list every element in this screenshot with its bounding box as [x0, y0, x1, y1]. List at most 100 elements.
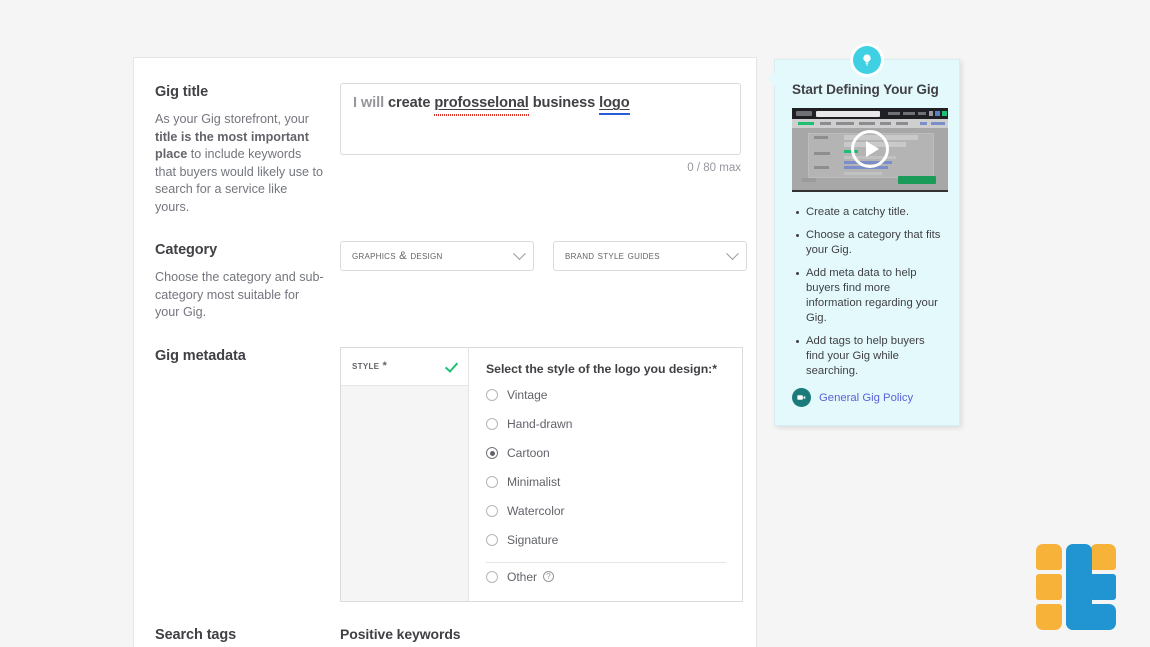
- chevron-down-icon: [513, 246, 526, 260]
- tip-bullet-list: Create a catchy title. Choose a category…: [792, 205, 942, 379]
- option-signature[interactable]: Signature: [486, 526, 726, 555]
- video-subnav-tab: [820, 122, 831, 125]
- play-icon[interactable]: [851, 130, 889, 168]
- video-subnav-tab: [836, 122, 854, 125]
- radio-icon[interactable]: [486, 505, 498, 517]
- tip-bullet: Add tags to help buyers find your Gig wh…: [796, 334, 942, 379]
- option-watercolor[interactable]: Watercolor: [486, 497, 726, 526]
- tip-panel: Start Defining Your Gig Create a catchy …: [768, 59, 960, 426]
- help-icon[interactable]: ?: [543, 571, 554, 582]
- video-subnav-tab: [896, 122, 908, 125]
- subcategory-select-value: BRAND STYLE GUIDES: [565, 250, 660, 262]
- tutorial-video-thumbnail[interactable]: [792, 108, 948, 192]
- subcategory-select[interactable]: BRAND STYLE GUIDES: [553, 241, 747, 271]
- category-field-col: GRAPHICS & DESIGN BRAND STYLE GUIDES: [340, 241, 756, 322]
- metadata-label: Gig metadata: [155, 347, 246, 364]
- video-form-label: [814, 152, 830, 155]
- gig-title-input-text: I will create profosselonal business log…: [353, 95, 728, 111]
- gig-title-word-business: business: [528, 95, 600, 111]
- option-label: Minimalist: [507, 475, 561, 489]
- radio-icon[interactable]: [486, 570, 498, 583]
- gig-title-linked-word: logo: [599, 95, 630, 111]
- metadata-field-col: STYLE * Select the style of the logo you…: [340, 346, 756, 602]
- video-subnav-tab: [859, 122, 875, 125]
- gig-title-input[interactable]: I will create profosselonal business log…: [340, 83, 741, 155]
- option-minimalist[interactable]: Minimalist: [486, 468, 726, 497]
- radio-icon[interactable]: [486, 389, 498, 401]
- category-selects: GRAPHICS & DESIGN BRAND STYLE GUIDES: [340, 241, 756, 271]
- gig-title-label-col: Gig title As your Gig storefront, your t…: [155, 83, 340, 216]
- gig-title-desc-lead: As your Gig storefront, your: [155, 112, 309, 126]
- gig-form-card: Gig title As your Gig storefront, your t…: [133, 57, 757, 647]
- gig-title-field-col: I will create profosselonal business log…: [340, 83, 756, 216]
- metadata-tab-list: STYLE *: [341, 347, 469, 601]
- tip-bullet: Add meta data to help buyers find more i…: [796, 266, 942, 326]
- option-label: Signature: [507, 533, 559, 547]
- metadata-tab-empty-area: [341, 385, 468, 601]
- radio-icon[interactable]: [486, 534, 498, 546]
- search-tags-row: Search tags Tag your Gig with buzz words…: [134, 602, 756, 647]
- search-tags-label: Search tags: [155, 626, 237, 643]
- option-other[interactable]: Other ?: [486, 561, 726, 591]
- gig-title-prefix: I will: [353, 95, 388, 111]
- video-subnav-link: [920, 122, 927, 125]
- page-root: Gig title As your Gig storefront, your t…: [0, 0, 1150, 647]
- video-nav-icon: [929, 111, 933, 116]
- gig-title-row: Gig title As your Gig storefront, your t…: [134, 58, 756, 216]
- gig-title-description: As your Gig storefront, your title is th…: [155, 111, 324, 216]
- video-site-logo: [796, 111, 812, 116]
- video-camera-icon: [792, 388, 811, 407]
- tip-panel-title: Start Defining Your Gig: [792, 82, 939, 97]
- video-form-label: [814, 136, 828, 139]
- logo-square-orange-4: [1090, 544, 1116, 570]
- general-gig-policy-label: General Gig Policy: [819, 391, 914, 404]
- video-search-bar: [816, 110, 880, 117]
- radio-icon-selected[interactable]: [486, 447, 498, 459]
- category-row: Category Choose the category and sub-cat…: [134, 216, 756, 322]
- video-nav-cta: [942, 111, 947, 116]
- gig-title-label: Gig title: [155, 84, 209, 100]
- category-label-col: Category Choose the category and sub-cat…: [155, 241, 340, 322]
- option-label: Cartoon: [507, 446, 550, 460]
- chevron-down-icon: [726, 246, 739, 260]
- video-cta-button: [898, 176, 936, 184]
- metadata-tab-style[interactable]: STYLE *: [341, 347, 468, 386]
- video-subnav-tab: [880, 122, 891, 125]
- gig-title-misspelled-word: profosselonal: [434, 95, 529, 111]
- option-label: Other: [507, 569, 537, 584]
- metadata-label-col: Gig metadata: [155, 347, 340, 602]
- search-tags-label-col: Search tags Tag your Gig with buzz words…: [155, 626, 340, 647]
- option-label: Vintage: [507, 388, 548, 402]
- video-subnav-tab: [798, 122, 814, 125]
- category-label: Category: [155, 242, 218, 258]
- metadata-question: Select the style of the logo you design:…: [486, 361, 717, 376]
- gig-title-char-counter: 0 / 80 max: [687, 162, 741, 174]
- video-subnav-link: [931, 122, 945, 125]
- category-description: Choose the category and sub-category mos…: [155, 270, 324, 319]
- positive-keywords-label: Positive keywords: [340, 625, 461, 642]
- metadata-tab-style-label: STYLE *: [352, 360, 388, 372]
- option-label: Hand-drawn: [507, 417, 573, 431]
- video-nav-item: [903, 112, 915, 115]
- logo-letter-l-foot: [1066, 604, 1116, 630]
- option-vintage[interactable]: Vintage: [486, 381, 726, 410]
- gig-title-word-create: create: [387, 95, 435, 111]
- brand-logo: [1036, 544, 1116, 630]
- video-form-label: [814, 166, 829, 169]
- tip-bullet: Create a catchy title.: [796, 205, 942, 220]
- tip-bullet: Choose a category that fits your Gig.: [796, 229, 941, 256]
- option-cartoon[interactable]: Cartoon: [486, 439, 726, 468]
- positive-keywords-col: Positive keywords Enter search terms you…: [340, 626, 756, 647]
- radio-icon[interactable]: [486, 476, 498, 488]
- general-gig-policy-link[interactable]: General Gig Policy: [792, 388, 942, 407]
- category-select[interactable]: GRAPHICS & DESIGN: [340, 241, 534, 271]
- logo-square-orange-1: [1036, 544, 1062, 570]
- metadata-row: Gig metadata STYLE * Select the style of…: [134, 322, 756, 602]
- video-nav-item: [888, 112, 900, 115]
- option-hand-drawn[interactable]: Hand-drawn: [486, 410, 726, 439]
- video-nav-icon: [935, 111, 940, 116]
- radio-icon[interactable]: [486, 418, 498, 430]
- video-nav-item: [918, 112, 926, 115]
- category-select-value: GRAPHICS & DESIGN: [352, 250, 443, 262]
- logo-square-orange-3: [1036, 604, 1062, 630]
